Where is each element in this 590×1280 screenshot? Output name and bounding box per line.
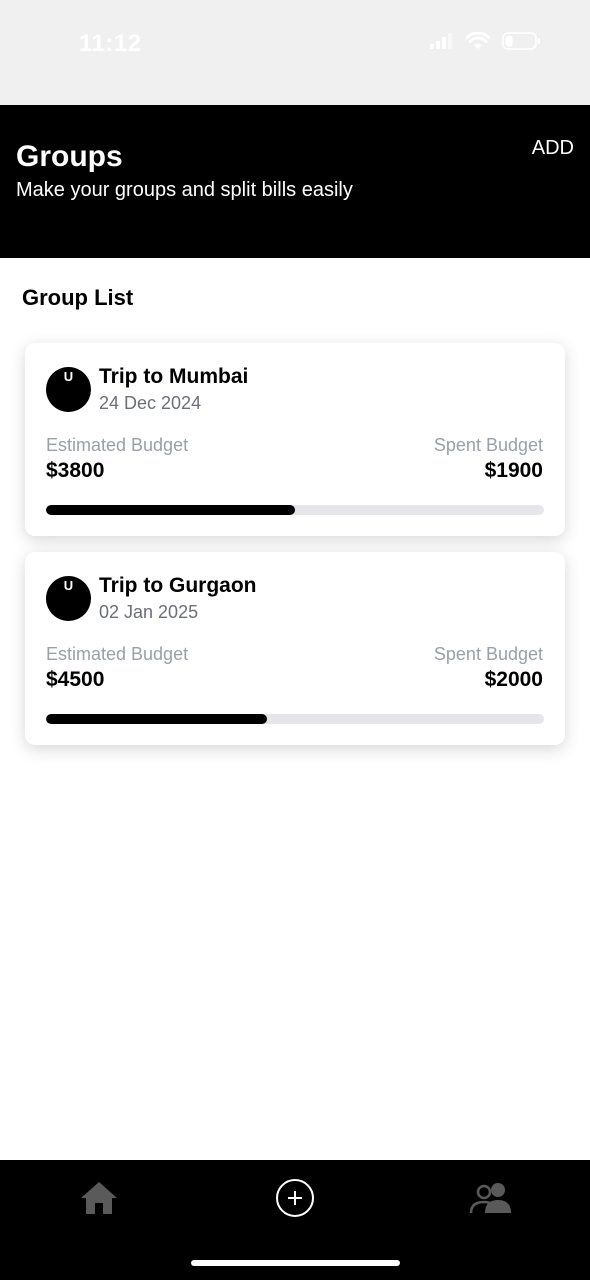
status-icons xyxy=(430,31,542,55)
estimated-budget-value: $3800 xyxy=(46,459,105,482)
spent-budget-label: Spent Budget xyxy=(433,435,543,455)
nav-groups[interactable] xyxy=(469,1178,513,1222)
group-date: 02 Jan 2025 xyxy=(99,602,199,622)
page-title: Groups xyxy=(16,140,123,173)
avatar: U xyxy=(46,576,91,621)
page-header: Groups Make your groups and split bills … xyxy=(0,105,590,258)
signal-icon xyxy=(430,33,454,54)
group-name: Trip to Mumbai xyxy=(99,365,249,388)
status-bar: 11:12 xyxy=(0,0,590,105)
users-icon xyxy=(469,1181,513,1220)
nav-home[interactable] xyxy=(77,1178,121,1222)
estimated-budget-label: Estimated Budget xyxy=(46,435,189,455)
spent-budget-value: $2000 xyxy=(484,668,543,691)
add-circle-icon xyxy=(275,1178,315,1223)
spent-budget-label: Spent Budget xyxy=(433,644,543,664)
budget-progress-bar xyxy=(46,505,544,515)
group-name: Trip to Gurgaon xyxy=(99,574,257,597)
avatar: U xyxy=(46,367,91,412)
estimated-budget-value: $4500 xyxy=(46,668,105,691)
spent-budget-value: $1900 xyxy=(484,459,543,482)
home-icon xyxy=(79,1180,119,1221)
page-subtitle: Make your groups and split bills easily xyxy=(16,179,353,201)
group-list-title: Group List xyxy=(22,285,134,310)
nav-add-group[interactable] xyxy=(273,1178,317,1222)
add-group-button[interactable]: ADD xyxy=(532,137,574,160)
budget-progress-fill xyxy=(46,505,295,515)
group-card[interactable]: U Trip to Mumbai 24 Dec 2024 Estimated B… xyxy=(25,343,565,536)
battery-icon xyxy=(502,32,542,55)
budget-progress-fill xyxy=(46,714,268,724)
budget-progress-bar xyxy=(46,714,544,724)
wifi-icon xyxy=(465,31,491,55)
estimated-budget-label: Estimated Budget xyxy=(46,644,189,664)
group-card[interactable]: U Trip to Gurgaon 02 Jan 2025 Estimated … xyxy=(25,552,565,745)
home-indicator xyxy=(191,1260,400,1266)
status-time: 11:12 xyxy=(79,30,142,57)
group-date: 24 Dec 2024 xyxy=(99,393,202,413)
